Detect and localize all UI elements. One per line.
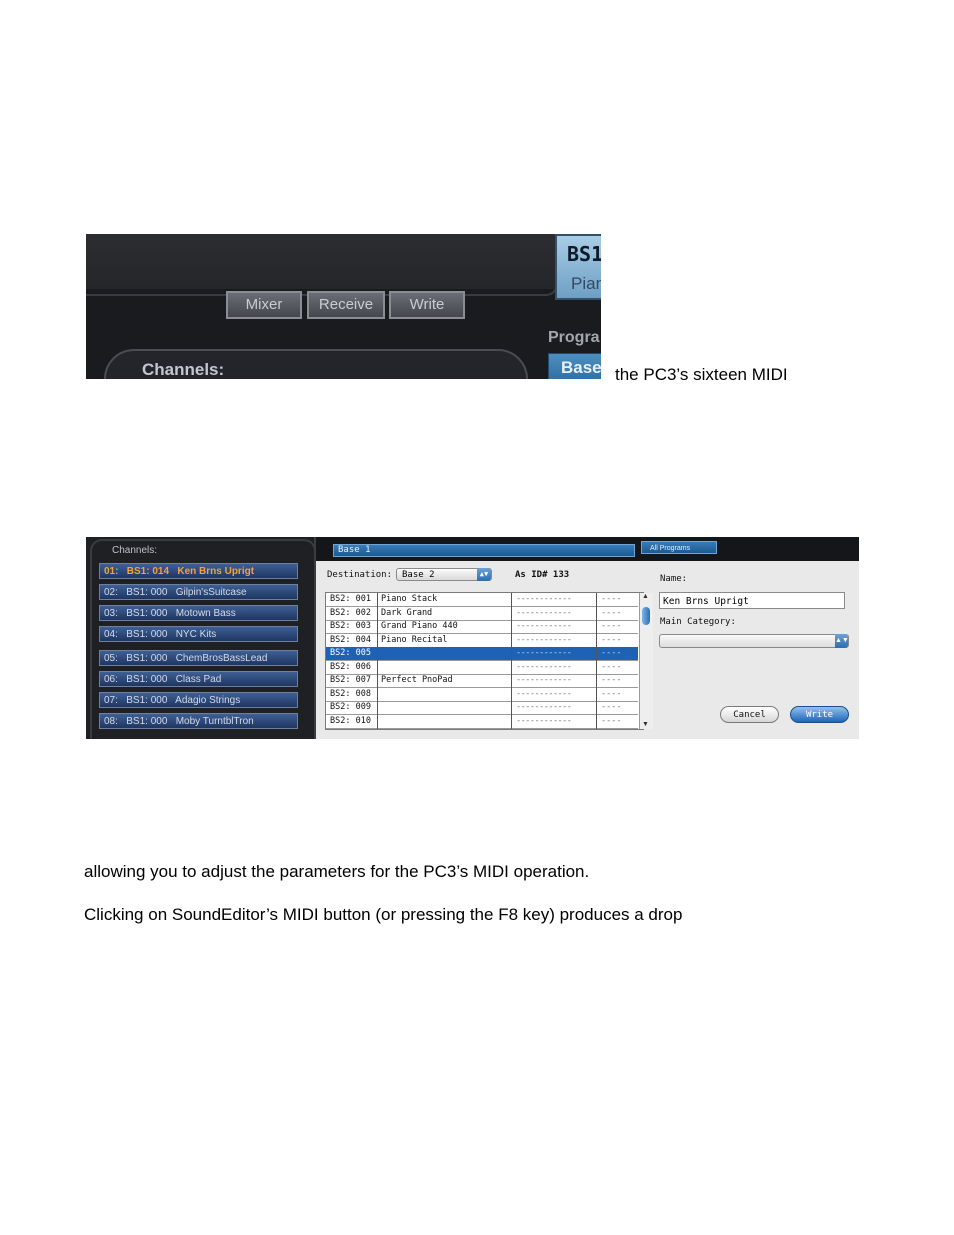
base-bank-label: Base (561, 358, 601, 377)
channel-row[interactable]: 03: BS1: 000 Motown Bass (99, 605, 298, 621)
name-field[interactable]: Ken Brns Uprigt (659, 592, 845, 609)
base-bank-button[interactable]: Base (548, 353, 601, 379)
list-item-dash: ------------ (516, 715, 572, 726)
paragraph-line-2: allowing you to adjust the parameters fo… (84, 862, 590, 881)
write-dialog: Destination: Base 2 ▲▼ As ID# 133 BS2: 0… (316, 561, 859, 739)
destination-select[interactable]: Base 2 ▲▼ (396, 568, 492, 581)
mixer-button[interactable]: Mixer (226, 291, 302, 319)
list-item-dash: ---- (601, 688, 622, 699)
list-item-name: Perfect PnoPad (381, 675, 453, 685)
paragraph-line-3: Clicking on SoundEditor’s MIDI button (o… (84, 905, 683, 924)
channel-row[interactable]: 07: BS1: 000 Adagio Strings (99, 692, 298, 708)
list-item[interactable]: BS2: 001 Piano Stack ------------ ---- (326, 593, 638, 607)
list-item-dash: ------------ (516, 702, 572, 712)
channel-row[interactable]: 01: BS1: 014 Ken Brns Uprigt (99, 563, 298, 579)
all-programs-tab[interactable]: All Programs (641, 541, 717, 554)
list-item-name: Piano Stack (381, 594, 438, 604)
list-item-dash: ------------ (516, 661, 572, 672)
screenshot-mixer-toolbar: Mixer Receive Write Channels: BS1 Pian P… (86, 234, 601, 379)
write-button[interactable]: Write (790, 706, 849, 723)
scroll-down-icon[interactable]: ▼ (642, 721, 649, 728)
column-divider (377, 593, 378, 729)
program-display-name: Pian (571, 274, 601, 293)
channel-row[interactable]: 08: BS1: 000 Moby TurntblTron (99, 713, 298, 729)
list-item-id: BS2: 007 (330, 675, 371, 685)
select-arrows-icon: ▲▼ (835, 634, 849, 648)
list-item-id: BS2: 002 (330, 607, 371, 618)
list-item-dash: ---- (601, 634, 622, 645)
channels-sidebar: Channels: 01: BS1: 014 Ken Brns Uprigt 0… (86, 537, 316, 739)
channel-row[interactable]: 02: BS1: 000 Gilpin'sSuitcase (99, 584, 298, 600)
channel-row[interactable]: 05: BS1: 000 ChemBrosBassLead (99, 650, 298, 666)
scroll-up-icon[interactable]: ▲ (642, 593, 649, 600)
list-item[interactable]: BS2: 008 ------------ ---- (326, 688, 638, 702)
list-item-id: BS2: 010 (330, 715, 371, 726)
list-item-dash: ------------ (516, 607, 572, 618)
list-item-id: BS2: 004 (330, 634, 371, 645)
list-item-id: BS2: 008 (330, 688, 371, 699)
list-item-dash: ---- (601, 594, 622, 604)
list-item-id: BS2: 005 (330, 648, 371, 658)
screenshot-write-dialog: Channels: 01: BS1: 014 Ken Brns Uprigt 0… (86, 537, 859, 739)
list-item-dash: ------------ (516, 634, 572, 645)
list-item[interactable]: BS2: 002 Dark Grand ------------ ---- (326, 607, 638, 621)
channels-label: Channels: (112, 545, 158, 556)
list-item-dash: ------------ (516, 675, 572, 685)
list-item-dash: ---- (601, 702, 622, 712)
program-display: BS1 Pian (555, 234, 601, 300)
list-item-selected[interactable]: BS2: 005 ------------ ---- (326, 647, 638, 661)
paragraph-line-1: the PC3’s sixteen MIDI (615, 365, 788, 384)
as-id-label: As ID# 133 (515, 570, 570, 580)
destination-label: Destination: (327, 570, 393, 580)
destination-value: Base 2 (402, 570, 435, 580)
channels-label: Channels: (142, 360, 225, 379)
main-category-select[interactable]: ▲▼ (659, 634, 849, 648)
list-item[interactable]: BS2: 003 Grand Piano 440 ------------ --… (326, 620, 638, 634)
list-item[interactable]: BS2: 010 ------------ ---- (326, 715, 638, 729)
list-item-id: BS2: 006 (330, 661, 371, 672)
receive-button[interactable]: Receive (307, 291, 385, 319)
channel-row[interactable]: 06: BS1: 000 Class Pad (99, 671, 298, 687)
list-item-dash: ---- (601, 661, 622, 672)
column-divider (596, 593, 597, 729)
name-label: Name: (660, 574, 688, 584)
list-item[interactable]: BS2: 007 Perfect PnoPad ------------ ---… (326, 674, 638, 688)
list-item-dash: ------------ (516, 621, 572, 631)
write-button[interactable]: Write (389, 291, 465, 319)
list-scrollbar[interactable]: ▲ ▼ (639, 593, 653, 729)
program-label: Progra (548, 329, 600, 346)
select-arrows-icon: ▲▼ (477, 568, 491, 581)
destination-program-list[interactable]: BS2: 001 Piano Stack ------------ ---- B… (325, 592, 653, 730)
list-item-dash: ---- (601, 607, 622, 618)
list-item-dash: ---- (601, 715, 622, 726)
base-tab[interactable]: Base 1 (333, 544, 635, 557)
list-item-id: BS2: 001 (330, 594, 371, 604)
list-item-dash: ------------ (516, 648, 572, 658)
column-divider (511, 593, 512, 729)
list-item-dash: ---- (601, 648, 622, 658)
channel-row[interactable]: 04: BS1: 000 NYC Kits (99, 626, 298, 642)
list-item-dash: ------------ (516, 688, 572, 699)
list-item-dash: ---- (601, 675, 622, 685)
main-category-label: Main Category: (660, 617, 736, 627)
list-item-name: Piano Recital (381, 634, 448, 645)
list-item[interactable]: BS2: 004 Piano Recital ------------ ---- (326, 634, 638, 648)
list-item[interactable]: BS2: 009 ------------ ---- (326, 701, 638, 715)
list-item-id: BS2: 009 (330, 702, 371, 712)
toolbar-background (86, 234, 601, 289)
list-item-name: Dark Grand (381, 607, 433, 618)
list-item-name: Grand Piano 440 (381, 621, 458, 631)
cancel-button[interactable]: Cancel (720, 706, 779, 723)
list-item-id: BS2: 003 (330, 621, 371, 631)
scrollbar-thumb[interactable] (642, 607, 650, 625)
list-item-dash: ---- (601, 621, 622, 631)
program-display-id: BS1 (567, 242, 601, 266)
list-item[interactable]: BS2: 006 ------------ ---- (326, 661, 638, 675)
list-item-dash: ------------ (516, 594, 572, 604)
